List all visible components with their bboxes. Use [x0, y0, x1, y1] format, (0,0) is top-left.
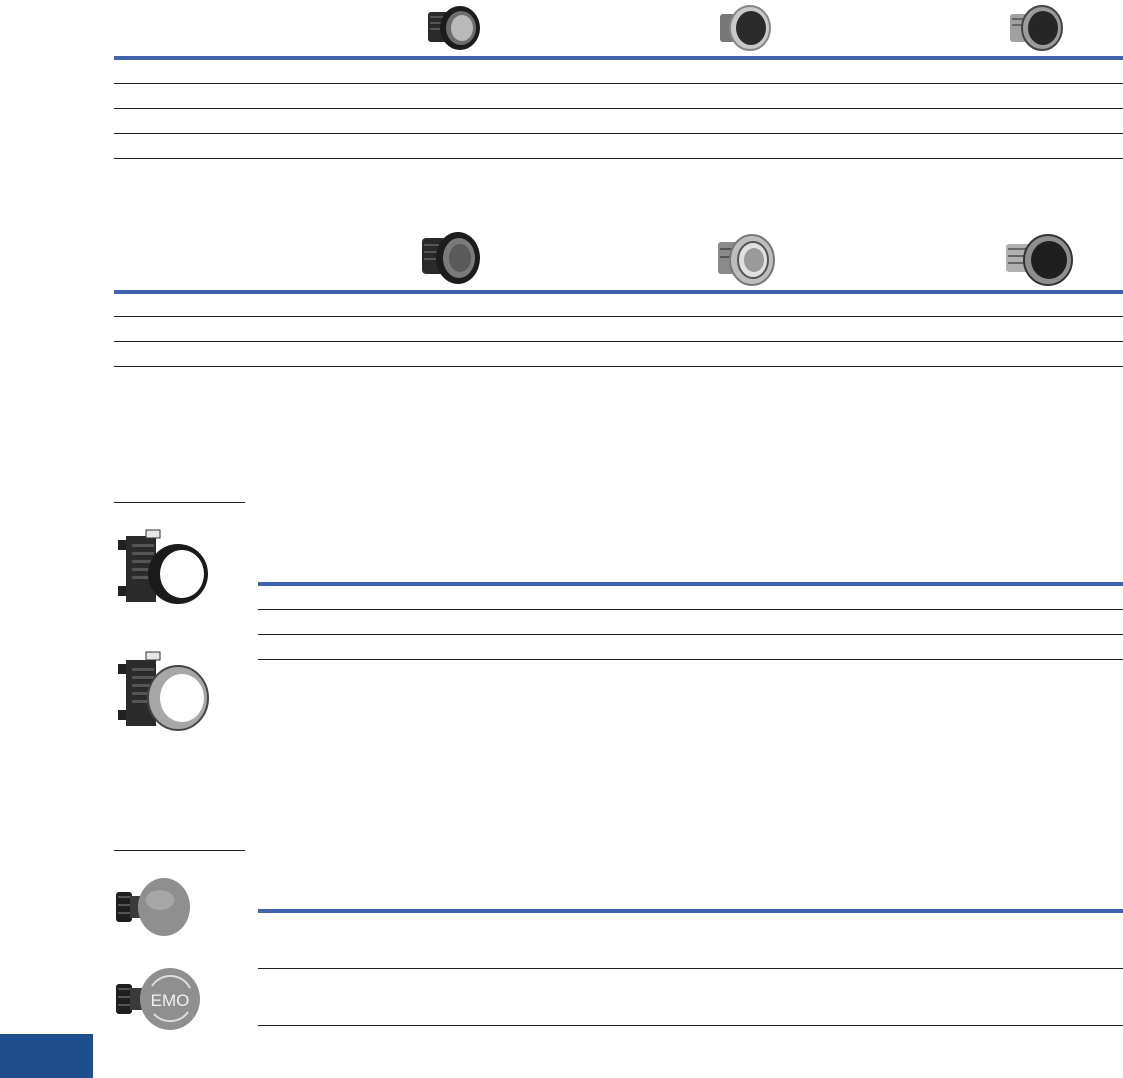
- table-2-header-rule: [114, 290, 1123, 294]
- plastic-bezel-pushbutton-image: [424, 2, 482, 52]
- flush-pushbutton-with-latch-black-bezel-image: [112, 526, 212, 608]
- section-4-divider: [114, 850, 245, 851]
- metal-illuminated-pushbutton-image: [1002, 228, 1074, 288]
- section-tab: [0, 1034, 93, 1078]
- emo-mushroom-head-pushbutton-image: EMO: [112, 966, 202, 1032]
- section-3-divider: [114, 502, 245, 503]
- chrome-ring-illuminated-pushbutton-image: [714, 228, 776, 288]
- table-row: [114, 108, 1123, 109]
- plastic-bezel-illuminated-pushbutton-image: [418, 226, 482, 286]
- table-row: [114, 133, 1123, 134]
- emo-label: EMO: [151, 991, 190, 1010]
- table-row: [114, 341, 1123, 342]
- table-row: [114, 316, 1123, 317]
- table-row: [114, 158, 1123, 159]
- table-row: [114, 83, 1123, 84]
- table-row: [258, 1025, 1123, 1026]
- section-4-header-rule: [258, 909, 1123, 913]
- section-3-header-rule: [258, 582, 1123, 586]
- mushroom-head-pushbutton-image: [112, 876, 192, 938]
- table-row: [258, 634, 1123, 635]
- chrome-bezel-pushbutton-image: [716, 2, 772, 52]
- table-1-header-rule: [114, 56, 1123, 60]
- table-row: [114, 366, 1123, 367]
- table-row: [258, 968, 1123, 969]
- table-row: [258, 659, 1123, 660]
- table-row: [258, 609, 1123, 610]
- metal-bezel-pushbutton-image: [1006, 2, 1064, 52]
- flush-pushbutton-with-latch-chrome-bezel-image: [112, 648, 212, 734]
